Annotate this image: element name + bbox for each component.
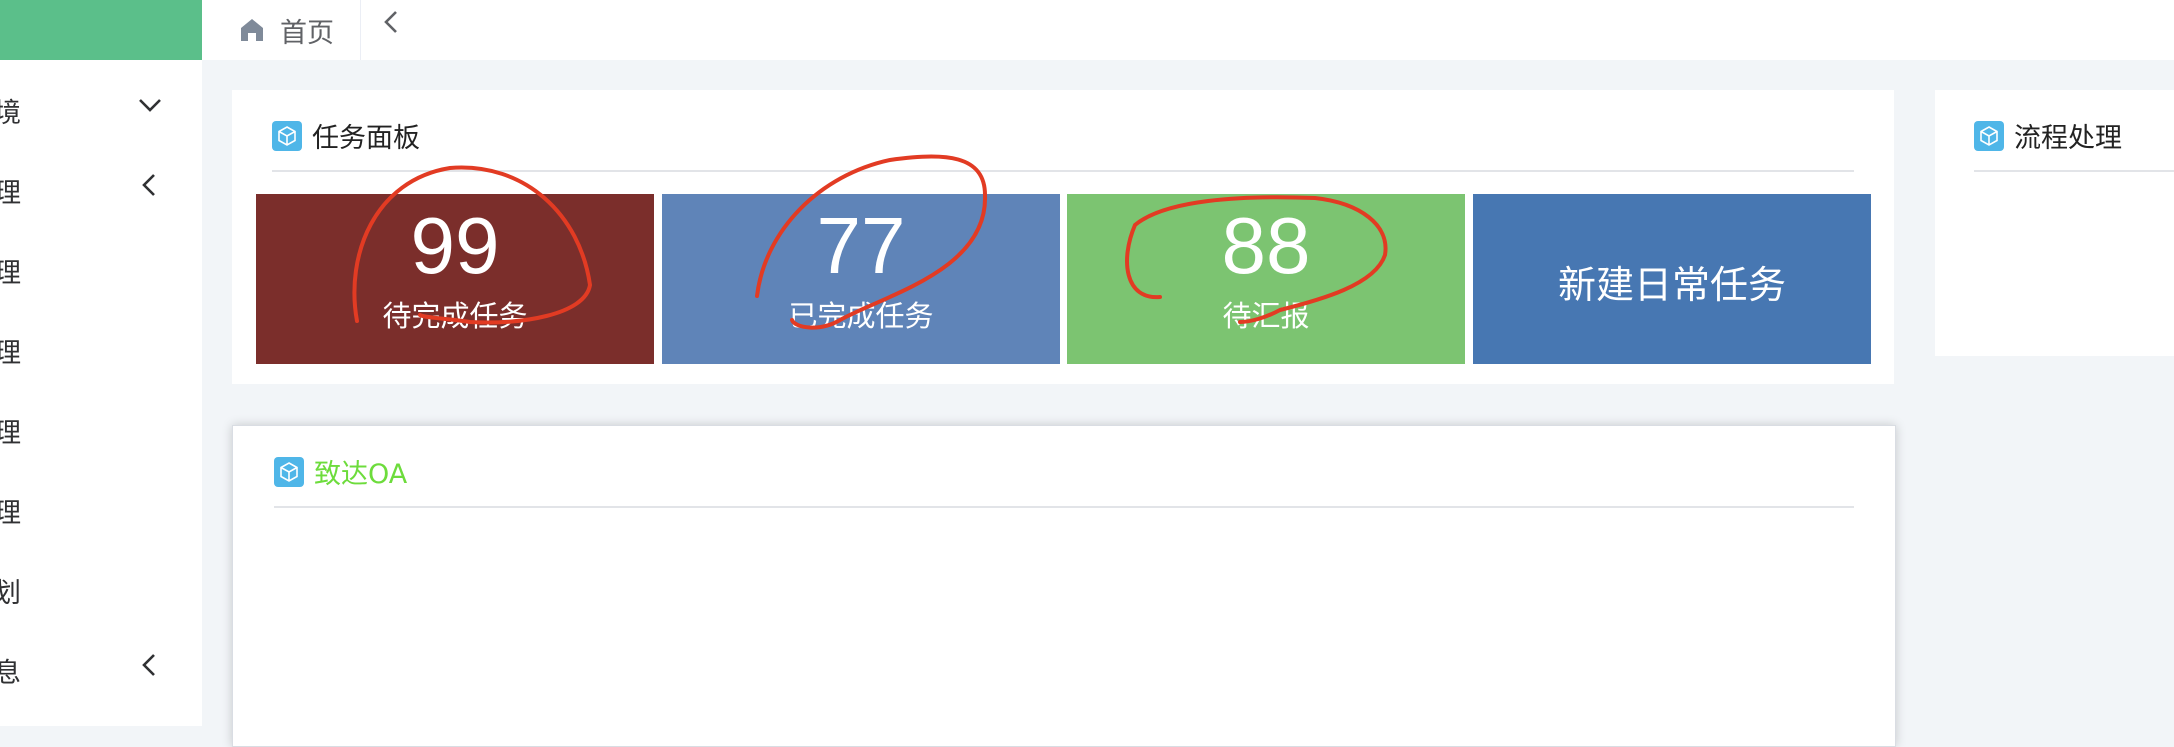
process-panel-header: 流程处理 — [1974, 116, 2122, 155]
tab-home[interactable]: 首页 — [238, 0, 334, 60]
sidebar-item-2[interactable]: 理 — [0, 147, 202, 227]
oa-panel-header: 致达OA — [274, 452, 407, 491]
sidebar-item-label: 理 — [0, 338, 21, 369]
new-daily-task-label: 新建日常任务 — [1557, 263, 1786, 307]
completed-tasks-tile[interactable]: 77 已完成任务 — [662, 194, 1060, 364]
sidebar-item-7[interactable]: 划 — [0, 547, 202, 627]
sidebar-item-8[interactable]: 息 — [0, 627, 202, 707]
sidebar-item-3[interactable]: 理 — [0, 227, 202, 307]
chevron-left-icon — [142, 174, 155, 196]
divider — [274, 506, 1854, 508]
tab-home-label: 首页 — [280, 17, 334, 49]
sidebar-item-label: 境 — [0, 98, 21, 129]
task-panel-header: 任务面板 — [272, 116, 420, 155]
sidebar-item-label: 理 — [0, 178, 21, 209]
pending-report-tile[interactable]: 88 待汇报 — [1067, 194, 1465, 364]
process-panel-title: 流程处理 — [2014, 123, 2122, 154]
sidebar-item-1[interactable]: 境 — [0, 67, 202, 147]
chevron-left-icon[interactable] — [374, 4, 410, 40]
divider — [1974, 170, 2174, 172]
sidebar-item-label: 划 — [0, 578, 21, 609]
divider — [272, 170, 1854, 172]
chevron-down-icon — [139, 99, 161, 112]
top-tab-bar: 首页 — [202, 0, 2174, 60]
completed-tasks-count: 77 — [816, 201, 906, 290]
cube-icon — [272, 120, 302, 151]
cube-icon — [1974, 120, 2004, 151]
sidebar-item-6[interactable]: 理 — [0, 467, 202, 547]
pending-report-count: 88 — [1221, 201, 1311, 290]
sidebar-item-label: 理 — [0, 418, 21, 449]
pending-tasks-tile[interactable]: 99 待完成任务 — [256, 194, 654, 364]
oa-panel-title: 致达OA — [314, 459, 408, 490]
sidebar-item-label: 息 — [0, 658, 21, 689]
oa-panel — [232, 425, 1896, 747]
sidebar: 境 理 理 理 理 理 划 息 — [0, 0, 202, 726]
sidebar-item-4[interactable]: 理 — [0, 307, 202, 387]
cube-icon — [274, 456, 304, 487]
pending-tasks-label: 待完成任务 — [382, 299, 528, 333]
sidebar-item-label: 理 — [0, 258, 21, 289]
sidebar-logo-bar — [0, 0, 202, 60]
tab-divider — [360, 0, 361, 60]
completed-tasks-label: 已完成任务 — [788, 299, 934, 333]
sidebar-item-5[interactable]: 理 — [0, 387, 202, 467]
sidebar-item-label: 理 — [0, 498, 21, 529]
pending-tasks-count: 99 — [410, 201, 500, 290]
new-daily-task-button[interactable]: 新建日常任务 — [1473, 194, 1871, 364]
home-icon — [241, 19, 263, 41]
chevron-left-icon — [142, 654, 155, 676]
task-panel-title: 任务面板 — [312, 123, 420, 154]
pending-report-label: 待汇报 — [1222, 299, 1310, 333]
